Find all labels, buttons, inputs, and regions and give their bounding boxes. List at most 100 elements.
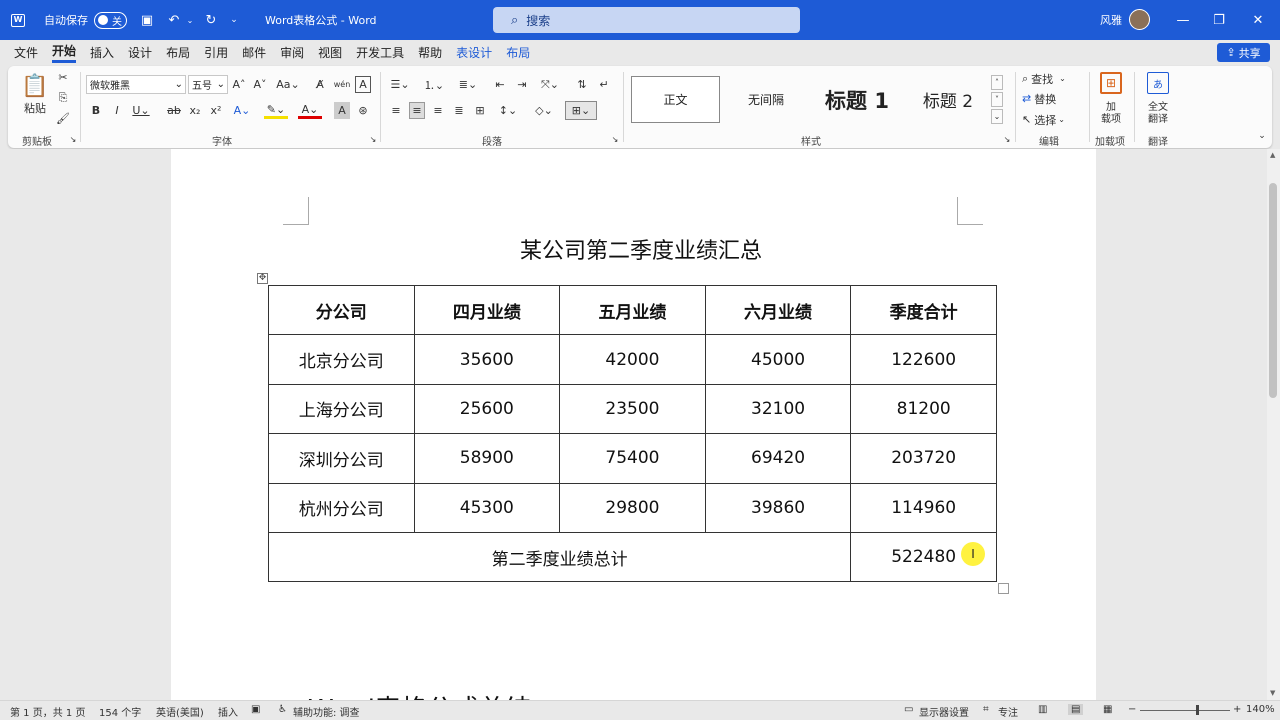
table-cell[interactable]: 深圳分公司 [268, 433, 415, 484]
superscript-icon[interactable]: x² [208, 102, 224, 119]
table-cell[interactable]: 北京分公司 [268, 334, 415, 385]
customize-qat-icon[interactable]: ⌄ [227, 15, 241, 25]
table-cell[interactable]: 75400 [559, 433, 706, 484]
shading-icon[interactable]: ◇⌄ [532, 102, 556, 119]
scroll-down-icon[interactable]: ▼ [1270, 689, 1275, 697]
zoom-slider[interactable] [1140, 710, 1230, 711]
vertical-scrollbar[interactable]: ▲ ▼ [1267, 149, 1280, 700]
table-cell[interactable]: 45300 [413, 482, 561, 533]
collapse-ribbon-icon[interactable]: ⌄ [1256, 130, 1268, 142]
bold-icon[interactable]: B [88, 102, 104, 119]
zoom-out-icon[interactable]: − [1128, 704, 1136, 715]
minimize-icon[interactable]: — [1165, 0, 1201, 40]
web-layout-icon[interactable]: ▦ [1103, 704, 1112, 715]
copy-icon[interactable]: ⎘ [56, 91, 70, 105]
search-input[interactable]: ⌕ 搜索 [493, 7, 800, 33]
align-right-icon[interactable]: ≡ [430, 102, 446, 119]
insert-mode[interactable]: 插入 [218, 704, 238, 719]
highlight-icon[interactable]: ✎⌄ [264, 102, 288, 119]
zoom-in-icon[interactable]: + [1233, 704, 1241, 715]
table-cell[interactable]: 42000 [559, 334, 706, 385]
tab-insert[interactable]: 插入 [90, 44, 114, 61]
zoom-level[interactable]: 140% [1246, 704, 1275, 715]
language-indicator[interactable]: 英语(美国) [156, 704, 204, 719]
addins-label-line2[interactable]: 载项 [1096, 110, 1126, 125]
user-name[interactable]: 风雅 [1100, 12, 1122, 28]
character-shading-icon[interactable]: A [334, 102, 350, 119]
font-launcher-icon[interactable]: ↘ [368, 134, 378, 144]
header-cell-branch[interactable]: 分公司 [268, 284, 415, 336]
clear-formatting-icon[interactable]: A̸ [312, 76, 328, 93]
table-cell[interactable]: 81200 [850, 383, 997, 435]
table-cell[interactable]: 203720 [850, 433, 997, 484]
find-button[interactable]: ⌕ 查找 ⌄ [1022, 70, 1078, 87]
change-case-icon[interactable]: Aa⌄ [276, 76, 300, 93]
translate-label-line2[interactable]: 翻译 [1141, 110, 1175, 125]
table-cell[interactable]: 35600 [413, 334, 561, 385]
font-size-select[interactable]: 五号 ⌄ [188, 75, 228, 94]
next-section-heading[interactable]: Word表格公式总结 [308, 689, 531, 700]
sort-icon[interactable]: ⇅ [574, 76, 590, 93]
tab-table-layout[interactable]: 布局 [506, 44, 530, 61]
header-cell-june[interactable]: 六月业绩 [704, 284, 852, 336]
enclose-characters-icon[interactable]: ⊛ [355, 102, 371, 119]
table-move-handle-icon[interactable]: ✥ [257, 273, 268, 284]
redo-icon[interactable]: ↻ [201, 13, 221, 28]
multilevel-list-icon[interactable]: ≣⌄ [456, 76, 480, 93]
cut-icon[interactable]: ✂ [56, 70, 70, 84]
tab-layout[interactable]: 布局 [166, 44, 190, 61]
italic-icon[interactable]: I [109, 102, 125, 119]
table-cell[interactable]: 29800 [559, 482, 706, 533]
focus-mode[interactable]: 专注 [998, 704, 1018, 719]
page-count[interactable]: 第 1 页，共 1 页 [10, 704, 85, 719]
style-normal[interactable]: 正文 [631, 76, 720, 123]
line-spacing-icon[interactable]: ↕⌄ [496, 102, 520, 119]
translate-icon[interactable]: あ [1147, 72, 1169, 94]
tab-view[interactable]: 视图 [318, 44, 342, 61]
print-layout-icon[interactable]: ▤ [1068, 704, 1084, 715]
sales-table[interactable]: 分公司 四月业绩 五月业绩 六月业绩 季度合计 北京分公司 35600 4200… [267, 284, 997, 583]
tab-references[interactable]: 引用 [204, 44, 228, 61]
table-cell[interactable]: 69420 [704, 433, 852, 484]
share-button[interactable]: ⇪ 共享 [1217, 43, 1270, 62]
close-icon[interactable]: ✕ [1240, 0, 1276, 40]
select-button[interactable]: ↖ 选择 ⌄ [1022, 111, 1078, 128]
decrease-indent-icon[interactable]: ⇤ [492, 76, 508, 93]
show-marks-icon[interactable]: ↵ [596, 76, 612, 93]
character-border-icon[interactable]: A [355, 76, 371, 93]
table-cell[interactable]: 39860 [704, 482, 852, 533]
read-mode-icon[interactable]: ▥ [1038, 704, 1047, 715]
borders-icon[interactable]: ⊞⌄ [565, 101, 597, 120]
phonetic-guide-icon[interactable]: wén [334, 76, 351, 93]
word-count[interactable]: 154 个字 [99, 704, 141, 719]
display-settings[interactable]: 显示器设置 [919, 704, 969, 719]
justify-icon[interactable]: ≣ [451, 102, 467, 119]
table-resize-handle[interactable] [998, 583, 1009, 594]
save-icon[interactable]: ▣ [137, 13, 157, 28]
avatar[interactable] [1129, 9, 1150, 30]
table-cell[interactable]: 25600 [413, 383, 561, 435]
table-cell[interactable]: 58900 [413, 433, 561, 484]
accessibility-status[interactable]: 辅助功能: 调查 [293, 704, 360, 719]
style-heading-2[interactable]: 标题 2 [908, 76, 988, 123]
shrink-font-icon[interactable]: A˅ [252, 76, 268, 93]
paragraph-launcher-icon[interactable]: ↘ [610, 134, 620, 144]
autosave-toggle[interactable]: 关 [94, 11, 127, 29]
table-cell[interactable]: 杭州分公司 [268, 482, 415, 533]
tab-review[interactable]: 审阅 [280, 44, 304, 61]
document-heading[interactable]: 某公司第二季度业绩汇总 [341, 233, 941, 265]
style-no-spacing[interactable]: 无间隔 [724, 76, 808, 123]
clipboard-launcher-icon[interactable]: ↘ [68, 134, 78, 144]
bullets-icon[interactable]: ☰⌄ [388, 76, 412, 93]
subscript-icon[interactable]: x₂ [187, 102, 203, 119]
document-page[interactable]: 某公司第二季度业绩汇总 ✥ 分公司 四月业绩 五月业绩 六月业绩 季度合计 北京… [171, 149, 1096, 700]
paste-label[interactable]: 粘贴 [22, 100, 48, 116]
styles-launcher-icon[interactable]: ↘ [1002, 134, 1012, 144]
grow-font-icon[interactable]: A˄ [231, 76, 247, 93]
table-cell[interactable]: 23500 [559, 383, 706, 435]
header-cell-may[interactable]: 五月业绩 [559, 284, 706, 336]
restore-icon[interactable]: ❐ [1201, 0, 1237, 40]
word-icon[interactable]: W [4, 0, 32, 40]
tab-developer[interactable]: 开发工具 [356, 44, 404, 61]
align-center-icon[interactable]: ≡ [409, 102, 425, 119]
